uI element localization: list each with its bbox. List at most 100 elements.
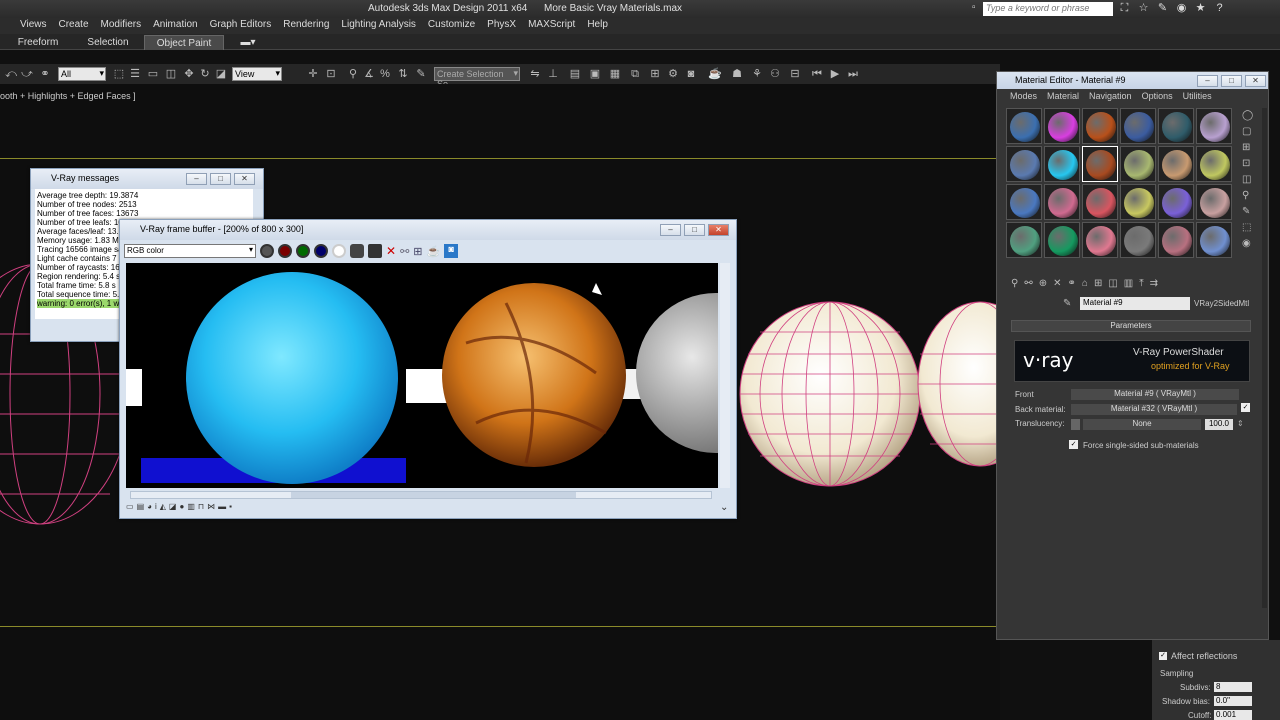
material-slot[interactable] [1006, 108, 1042, 144]
make-unique-icon[interactable]: ⚭ [1068, 278, 1076, 289]
close-button[interactable]: ✕ [234, 173, 255, 185]
save-icon[interactable] [368, 244, 382, 258]
duplicate-vfb-icon[interactable]: ⚯ [400, 245, 409, 258]
material-slot[interactable] [1196, 108, 1232, 144]
menu-modifiers[interactable]: Modifiers [95, 18, 148, 34]
material-slot[interactable] [1044, 222, 1080, 258]
wrench-icon[interactable]: ✎ [1156, 2, 1169, 15]
lut-icon[interactable]: ▥ [187, 502, 195, 511]
link-to-render-icon[interactable]: ◙ [444, 244, 459, 258]
window-crossing-icon[interactable]: ◫ [164, 67, 178, 81]
alpha-channel-icon[interactable] [332, 244, 346, 258]
select-object-icon[interactable]: ⬚ [112, 67, 126, 81]
material-slot[interactable] [1082, 184, 1118, 220]
force-single-sided-checkbox[interactable]: ✓ [1069, 440, 1078, 449]
graphite-toggle-icon[interactable]: ▣ [588, 67, 602, 81]
put-library-icon[interactable]: ⌂ [1082, 278, 1088, 289]
levels-icon[interactable]: ◭ [160, 502, 166, 511]
spinner-snap-icon[interactable]: ⇅ [396, 67, 410, 81]
render-preview[interactable] [126, 263, 718, 488]
material-slot[interactable] [1120, 222, 1156, 258]
menu-animation[interactable]: Animation [147, 18, 203, 34]
affect-reflections-checkbox[interactable]: ✓ [1159, 652, 1167, 660]
help-icon[interactable]: ? [1213, 2, 1226, 15]
close-button[interactable]: ✕ [708, 224, 729, 236]
back-material-checkbox[interactable]: ✓ [1241, 403, 1250, 412]
assign-icon[interactable]: ⊕ [1039, 278, 1047, 289]
menu-rendering[interactable]: Rendering [277, 18, 335, 34]
expand-chevron-icon[interactable]: ⌄ [720, 502, 728, 513]
favorites-icon[interactable]: ★ [1194, 2, 1207, 15]
close-button[interactable]: ✕ [1245, 75, 1266, 87]
material-slot[interactable] [1158, 222, 1194, 258]
reset-icon[interactable]: ✕ [1053, 278, 1061, 289]
front-material-button[interactable]: Material #9 ( VRayMtl ) [1071, 389, 1239, 400]
select-by-name-icon[interactable]: ☰ [128, 67, 142, 81]
menu-graph-editors[interactable]: Graph Editors [204, 18, 278, 34]
channel-select[interactable]: RGB color [124, 244, 256, 258]
manipulate-icon[interactable]: ⊡ [324, 67, 338, 81]
rgb-channel-icon[interactable] [260, 244, 274, 258]
menu-create[interactable]: Create [53, 18, 95, 34]
rect-region-icon[interactable]: ▭ [146, 67, 160, 81]
percent-snap-icon[interactable]: % [378, 67, 392, 81]
maximize-button[interactable]: □ [684, 224, 705, 236]
named-selection-set[interactable]: Create Selection Se [434, 67, 520, 89]
pivot-icon[interactable]: ✛ [306, 67, 320, 81]
vertical-scrollbar[interactable] [720, 263, 730, 488]
menu-maxscript[interactable]: MAXScript [522, 18, 581, 34]
material-name-field[interactable]: Material #9 [1080, 297, 1190, 310]
selection-filter-select[interactable]: All [58, 67, 106, 81]
cutoff-spinner[interactable]: 0.001 [1214, 710, 1252, 720]
go-to-start-icon[interactable]: ⏮ [810, 67, 824, 81]
menu-options[interactable]: Options [1137, 91, 1178, 105]
link-icon[interactable]: ⚭ [38, 67, 52, 81]
material-slot[interactable] [1044, 184, 1080, 220]
rotate-icon[interactable]: ↻ [198, 67, 212, 81]
spinner-arrows-icon[interactable]: ⇕ [1237, 419, 1244, 428]
render-production-icon[interactable]: ☕ [708, 67, 722, 81]
compare-icon[interactable]: ▬ [218, 502, 226, 511]
vray-frame-buffer-window[interactable]: V-Ray frame buffer - [200% of 800 x 300]… [119, 219, 737, 519]
material-slot[interactable] [1196, 184, 1232, 220]
vfb-titlebar[interactable]: V-Ray frame buffer - [200% of 800 x 300] [120, 220, 736, 240]
minimize-button[interactable]: – [660, 224, 681, 236]
render-last-icon[interactable]: ☕ [427, 245, 441, 258]
clear-icon[interactable]: ✕ [386, 244, 396, 258]
angle-snap-icon[interactable]: ∡ [362, 67, 376, 81]
material-slot[interactable] [1158, 146, 1194, 182]
material-slot[interactable] [1196, 222, 1232, 258]
render-setup-icon[interactable]: ⚙ [666, 67, 680, 81]
scroll-thumb[interactable] [291, 492, 576, 498]
ribbon-toggle-icon[interactable]: ▬▾ [238, 35, 258, 50]
material-slot[interactable] [1120, 146, 1156, 182]
snaps-icon[interactable]: ⚲ [346, 67, 360, 81]
teapot-render-icon[interactable]: ☗ [730, 67, 744, 81]
material-slot[interactable] [1158, 184, 1194, 220]
green-channel-icon[interactable] [296, 244, 310, 258]
show-map-icon[interactable]: ◫ [1108, 278, 1117, 289]
lens-effects-icon[interactable]: ▤ [137, 502, 145, 511]
translucency-map-button[interactable]: None [1083, 419, 1201, 430]
go-sibling-icon[interactable]: ⇉ [1150, 278, 1158, 289]
menu-navigation[interactable]: Navigation [1084, 91, 1137, 105]
material-slot[interactable] [1006, 222, 1042, 258]
material-slot[interactable] [1120, 184, 1156, 220]
blue-channel-icon[interactable] [314, 244, 328, 258]
go-parent-icon[interactable]: ⤒ [1139, 278, 1143, 289]
pixel-aspect-icon[interactable]: ▪ [229, 502, 232, 511]
material-slot[interactable] [1044, 146, 1080, 182]
tab-selection[interactable]: Selection [82, 35, 134, 50]
go-to-end-icon[interactable]: ⏭ [846, 67, 860, 81]
play-icon[interactable]: ▶ [828, 67, 842, 81]
menu-modes[interactable]: Modes [1005, 91, 1042, 105]
material-slot[interactable] [1158, 108, 1194, 144]
menu-customize[interactable]: Customize [422, 18, 481, 34]
time-config-icon[interactable]: ⊟ [788, 67, 802, 81]
color-correction-icon[interactable]: ◕ [147, 502, 152, 511]
menu-utilities[interactable]: Utilities [1178, 91, 1217, 105]
stereo-icon[interactable]: ⋈ [207, 502, 215, 511]
history-icon[interactable]: ▭ [126, 502, 134, 511]
star-icon[interactable]: ☆ [1137, 2, 1150, 15]
menu-views[interactable]: Views [14, 18, 53, 34]
